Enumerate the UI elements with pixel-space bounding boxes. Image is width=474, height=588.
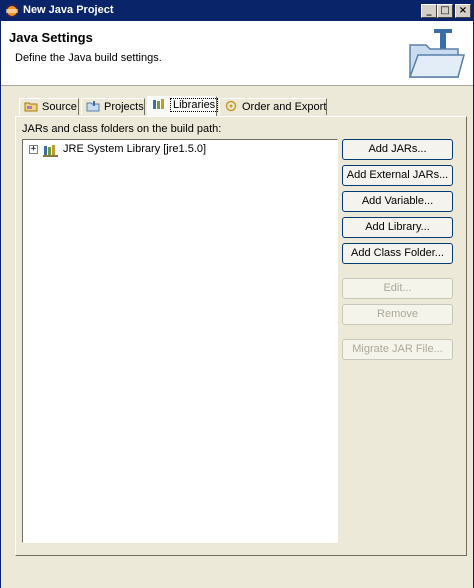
add-variable-button[interactable]: Add Variable... [342, 191, 453, 212]
library-icon [43, 145, 58, 157]
libraries-icon [153, 99, 164, 109]
close-button[interactable]: × [455, 4, 471, 18]
java-project-folder-icon [408, 29, 465, 78]
dialog-bottom-area [1, 561, 473, 588]
libraries-tab-panel: JARs and class folders on the build path… [15, 116, 467, 556]
tab-label: Projects [104, 101, 144, 113]
build-path-label: JARs and class folders on the build path… [22, 123, 222, 135]
tab-label: Order and Export [242, 101, 327, 113]
tab-label: Libraries [170, 98, 219, 112]
projects-icon [86, 101, 100, 112]
source-folder-icon [24, 102, 38, 112]
title-bar[interactable]: New Java Project _ □ × [1, 1, 473, 21]
window-title: New Java Project [23, 4, 114, 16]
tab-source[interactable]: Source [19, 98, 79, 115]
tab-label: Source [42, 101, 77, 113]
wizard-header: Java Settings Define the Java build sett… [1, 21, 473, 86]
add-jars-button[interactable]: Add JARs... [342, 139, 453, 160]
edit-button[interactable]: Edit... [342, 278, 453, 299]
page-description: Define the Java build settings. [15, 52, 162, 64]
minimize-button[interactable]: _ [421, 4, 437, 18]
add-external-jars-button[interactable]: Add External JARs... [342, 165, 453, 186]
tab-libraries[interactable]: Libraries [147, 96, 219, 116]
expand-icon[interactable]: + [29, 145, 38, 154]
eclipse-app-icon [5, 4, 19, 18]
tab-projects[interactable]: Projects [81, 98, 145, 115]
tab-order-and-export[interactable]: Order and Export [219, 98, 327, 115]
add-class-folder-button[interactable]: Add Class Folder... [342, 243, 453, 264]
order-export-icon [225, 100, 237, 112]
remove-button[interactable]: Remove [342, 304, 453, 325]
build-path-tree[interactable]: + JRE System Library [jre1.5.0] [22, 139, 338, 543]
new-java-project-window: New Java Project _ □ × Java Settings Def… [0, 0, 474, 588]
maximize-button[interactable]: □ [437, 4, 453, 18]
migrate-jar-file-button[interactable]: Migrate JAR File... [342, 339, 453, 360]
tree-item-label: JRE System Library [jre1.5.0] [63, 143, 207, 155]
page-title: Java Settings [9, 30, 93, 45]
add-library-button[interactable]: Add Library... [342, 217, 453, 238]
